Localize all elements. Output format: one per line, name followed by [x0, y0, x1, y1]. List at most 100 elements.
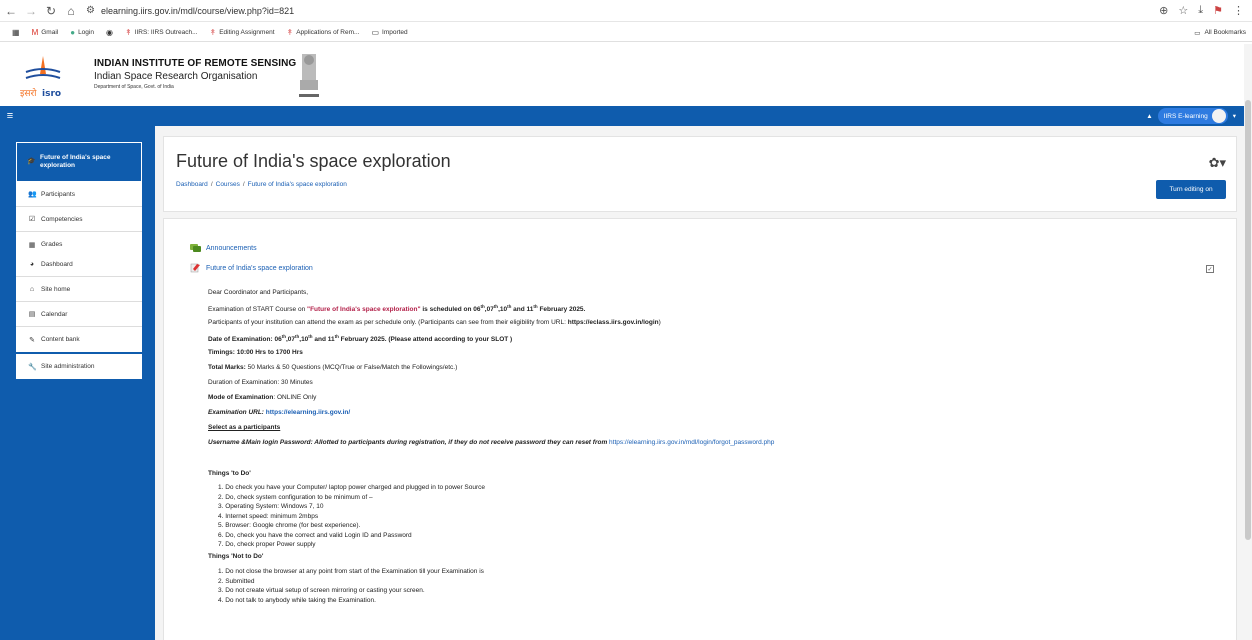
institute-title: INDIAN INSTITUTE OF REMOTE SENSING — [94, 58, 297, 69]
date-of-exam: Date of Examination: 06th,07th,10th and … — [208, 334, 513, 344]
assignment-icon — [190, 263, 200, 273]
reload-icon[interactable]: ↻ — [42, 2, 60, 20]
wrench-icon: 🔧 — [28, 363, 37, 371]
timings: Timings: 10:00 Hrs to 1700 Hrs — [208, 349, 303, 356]
exam-url-line: Examination URL: https://elearning.iirs.… — [208, 409, 351, 416]
activity-announcements[interactable]: Announcements — [190, 243, 257, 253]
site-header: इसरो isro INDIAN INSTITUTE OF REMOTE SEN… — [0, 44, 1252, 106]
bell-icon[interactable]: ▲ — [1146, 113, 1152, 120]
back-icon[interactable]: ← — [2, 2, 20, 20]
gmail-icon: M — [31, 28, 39, 37]
bookmark-star-icon[interactable]: ☆ — [1178, 4, 1188, 17]
sidebar-item-calendar[interactable]: ▤ Calendar — [16, 302, 142, 327]
list-item: 4. Do not talk to anybody while taking t… — [218, 596, 376, 604]
forward-icon[interactable]: → — [22, 2, 40, 20]
home-icon: ⌂ — [29, 285, 35, 293]
user-label: IIRS E-learning — [1163, 112, 1208, 120]
graduation-cap-icon: 🎓 — [27, 158, 36, 166]
list-item: 1. Do check you have your Computer/ lapt… — [218, 484, 486, 491]
iirs-icon: ↟ — [209, 28, 217, 37]
chevron-down-icon[interactable]: ▾ — [1233, 112, 1236, 120]
address-bar[interactable]: ⚙ elearning.iirs.gov.in/mdl/course/view.… — [86, 2, 1126, 20]
browser-toolbar: ← → ↻ ⌂ ⚙ elearning.iirs.gov.in/mdl/cour… — [0, 0, 1252, 22]
folder-icon: ▭ — [371, 28, 380, 37]
sidebar-item-content-bank[interactable]: ✎ Content bank — [16, 327, 142, 352]
calendar-icon: ▤ — [28, 311, 36, 318]
table-icon: ▦ — [28, 241, 36, 249]
bookmarks-bar: ▦ M Gmail ● Login ◉ ↟ IIRS: IIRS Outreach..… — [0, 24, 1252, 42]
exam-schedule-line: Examination of START Course on "Future o… — [208, 304, 586, 314]
mode-of-exam: Mode of Examination: ONLINE Only — [208, 394, 317, 401]
bookmark-gmail[interactable]: M Gmail — [32, 28, 59, 37]
all-bookmarks[interactable]: ▭ All Bookmarks — [1194, 29, 1246, 37]
sidebar-item-participants[interactable]: 👥 Participants — [16, 182, 142, 207]
site-info-icon[interactable]: ⚙ — [86, 5, 95, 16]
sidebar-item-course[interactable]: 🎓 Future of India's space exploration — [16, 142, 142, 182]
folder-icon: ▭ — [1194, 29, 1201, 37]
download-icon[interactable]: ⤓ — [1198, 4, 1203, 17]
page-scrollbar[interactable] — [1244, 44, 1252, 640]
apps-icon[interactable]: ▦ — [12, 28, 20, 37]
top-navbar: ≡ ▲ IIRS E-learning ▾ — [0, 106, 1244, 126]
eligibility-url[interactable]: https://eclass.iirs.gov.in/login — [568, 319, 659, 326]
breadcrumb-courses[interactable]: Courses — [216, 181, 240, 188]
sidebar-item-site-home[interactable]: ⌂ Site home — [16, 277, 142, 302]
sidebar-item-site-administration[interactable]: 🔧 Site administration — [16, 354, 142, 379]
eligibility-line: Participants of your institution can att… — [208, 319, 661, 326]
reset-password-link[interactable]: https://elearning.iirs.gov.in/mdl/login/… — [609, 439, 774, 446]
list-item: 1. Do not close the browser at any point… — [218, 568, 484, 575]
zoom-icon[interactable]: ⊕ — [1159, 4, 1168, 17]
page-title: Future of India's space exploration — [176, 151, 451, 171]
total-marks: Total Marks: 50 Marks & 50 Questions (MC… — [208, 364, 458, 371]
iirs-icon: ↟ — [286, 28, 294, 37]
bookmark-iirs-outreach[interactable]: ↟ IIRS: IIRS Outreach... — [125, 28, 198, 37]
page-header: Future of India's space exploration Dash… — [163, 136, 1237, 212]
svg-text:इसरो: इसरो — [20, 87, 37, 99]
sidebar-nav-group: ◕ Dashboard ⌂ Site home ▤ Calendar ✎ Con… — [16, 252, 142, 352]
extension-icon[interactable]: ⚑ — [1213, 4, 1223, 17]
bookmark-blank[interactable]: ◉ — [106, 28, 113, 37]
users-icon: 👥 — [28, 191, 37, 198]
gear-icon[interactable]: ✿▾ — [1209, 155, 1226, 171]
bookmark-login[interactable]: ● Login — [70, 28, 94, 37]
turn-editing-on-button[interactable]: Turn editing on — [1156, 180, 1226, 199]
hamburger-menu-icon[interactable]: ≡ — [0, 106, 20, 126]
select-as-participants: Select as a participants — [208, 424, 281, 431]
dept-name: Department of Space, Govt. of India — [94, 84, 174, 90]
list-item: 7. Do, check proper Power supply — [218, 541, 316, 548]
breadcrumb-dashboard[interactable]: Dashboard — [176, 181, 208, 188]
org-name: Indian Space Research Organisation — [94, 71, 258, 82]
sidebar-item-dashboard[interactable]: ◕ Dashboard — [16, 252, 142, 277]
duration: Duration of Examination: 30 Minutes — [208, 379, 313, 386]
completion-checkbox[interactable]: ✓ — [1206, 265, 1214, 273]
list-item: 6. Do, check you have the correct and va… — [218, 531, 412, 539]
user-menu[interactable]: IIRS E-learning — [1157, 108, 1228, 124]
isro-logo: इसरो isro — [20, 56, 61, 99]
dashboard-icon: ◕ — [29, 260, 35, 268]
home-icon[interactable]: ⌂ — [62, 2, 80, 20]
globe-icon: ● — [70, 28, 76, 37]
github-icon: ◉ — [105, 28, 113, 37]
bookmark-editing-assignment[interactable]: ↟ Editing Assignment — [210, 28, 275, 37]
sidebar-course-group: 🎓 Future of India's space exploration 👥 … — [16, 142, 142, 257]
todo-title: Things 'to Do' — [208, 470, 251, 477]
menu-icon[interactable]: ⋮ — [1233, 4, 1244, 17]
course-content: Announcements Future of India's space ex… — [163, 218, 1237, 640]
breadcrumb-course[interactable]: Future of India's space exploration — [248, 181, 347, 188]
iirs-icon: ↟ — [124, 28, 132, 37]
list-item: 3. Operating System: Windows 7, 10 — [218, 503, 324, 510]
sidebar: 🎓 Future of India's space exploration 👥 … — [0, 126, 155, 640]
sidebar-item-competencies[interactable]: ☑ Competencies — [16, 207, 142, 232]
national-emblem — [299, 54, 319, 97]
scrollbar-thumb[interactable] — [1245, 100, 1251, 540]
url-text: elearning.iirs.gov.in/mdl/course/view.ph… — [100, 5, 295, 16]
bookmark-applications[interactable]: ↟ Applications of Rem... — [287, 28, 360, 37]
greeting: Dear Coordinator and Participants, — [208, 289, 309, 296]
list-item: 5. Browser: Google chrome (for best expe… — [218, 522, 361, 529]
exam-url-link[interactable]: https://elearning.iirs.gov.in/ — [266, 409, 350, 416]
username-line: Username &Main login Password: Allotted … — [208, 439, 775, 446]
bookmark-imported[interactable]: ▭ Imported — [371, 28, 407, 37]
nottodo-title: Things 'Not to Do' — [208, 553, 264, 560]
breadcrumb: Dashboard / Courses / Future of India's spac… — [176, 181, 347, 188]
activity-assignment[interactable]: Future of India's space exploration — [190, 263, 313, 273]
